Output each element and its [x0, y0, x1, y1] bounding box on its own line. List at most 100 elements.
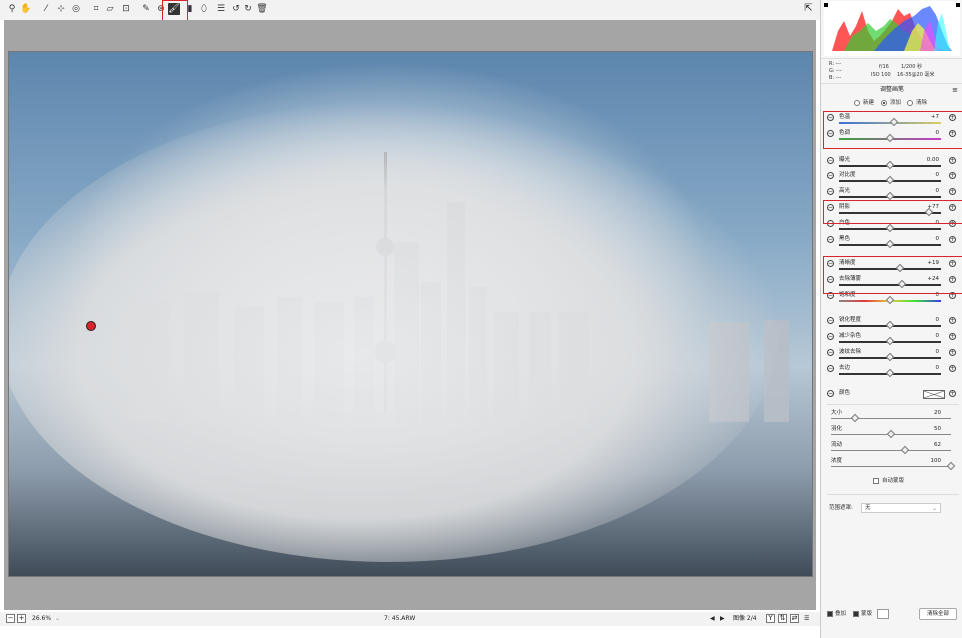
slider-thumb[interactable]	[850, 413, 860, 423]
increase-icon[interactable]: +	[949, 188, 956, 195]
trash-icon[interactable]: 🗑	[256, 3, 268, 15]
image-canvas[interactable]	[4, 20, 816, 610]
rotate-ccw-icon[interactable]: ↺	[230, 3, 242, 15]
list-icon[interactable]: ☰	[215, 3, 227, 15]
slider-thumb[interactable]	[885, 223, 895, 233]
slider-track[interactable]	[839, 352, 941, 362]
transform-icon[interactable]: ⊡	[120, 3, 132, 15]
slider-thumb[interactable]	[885, 295, 895, 305]
color-swatch[interactable]	[923, 390, 945, 399]
mask-color-swatch[interactable]	[877, 609, 889, 619]
increase-icon[interactable]: +	[949, 333, 956, 340]
slider-value[interactable]: 0	[936, 187, 940, 195]
increase-icon[interactable]: +	[949, 172, 956, 179]
decrease-icon[interactable]: −	[827, 172, 834, 179]
color-minus-icon[interactable]: −	[827, 390, 834, 397]
increase-icon[interactable]: +	[949, 236, 956, 243]
slider-value[interactable]: 0.00	[927, 156, 939, 164]
range-mask-select[interactable]: 无 ⌄	[861, 503, 941, 513]
increase-icon[interactable]: +	[949, 349, 956, 356]
increase-icon[interactable]: +	[949, 365, 956, 372]
decrease-icon[interactable]: −	[827, 317, 834, 324]
next-image-icon[interactable]: ▶	[720, 613, 725, 625]
hand-icon[interactable]: ✋	[20, 3, 32, 15]
slider-track[interactable]	[839, 320, 941, 330]
zoom-dropdown-icon[interactable]: ⌄	[55, 613, 60, 625]
slider-thumb[interactable]	[885, 368, 895, 378]
crop-icon[interactable]: ⌗	[90, 3, 102, 15]
brush-slider-track[interactable]	[831, 445, 951, 455]
radial-filter-icon[interactable]: ⬯	[198, 3, 210, 15]
brush-slider-value[interactable]: 50	[934, 425, 941, 433]
copy-settings-icon[interactable]: ⇄	[790, 614, 799, 623]
target-icon[interactable]: ◎	[70, 3, 82, 15]
zoom-out-icon[interactable]: −	[6, 614, 15, 623]
magnifier-icon[interactable]: ⚲	[6, 3, 18, 15]
slider-thumb[interactable]	[901, 445, 910, 455]
slider-value[interactable]: 0	[936, 235, 940, 243]
color-sampler-icon[interactable]: ⊹	[55, 3, 67, 15]
brush-slider-track[interactable]	[831, 461, 956, 471]
slider-track[interactable]	[839, 336, 941, 346]
slider-track[interactable]	[839, 175, 941, 185]
brush-slider-value[interactable]: 100	[931, 457, 942, 465]
decrease-icon[interactable]: −	[827, 157, 834, 164]
slider-thumb[interactable]	[885, 336, 895, 346]
brush-slider-track[interactable]	[831, 413, 951, 423]
mode-clear-radio[interactable]	[907, 100, 913, 106]
eyedropper-icon[interactable]: ⁄	[40, 3, 52, 15]
zoom-in-icon[interactable]: +	[17, 614, 26, 623]
brush-slider-value[interactable]: 62	[934, 441, 941, 449]
brush-slider-value[interactable]: 20	[934, 409, 941, 417]
slider-track[interactable]	[839, 223, 941, 233]
mode-new-radio[interactable]	[854, 100, 860, 106]
slider-thumb[interactable]	[885, 239, 895, 249]
slider-value[interactable]: 0	[936, 171, 940, 179]
panel-menu-icon[interactable]: ≡	[952, 86, 958, 94]
slider-thumb[interactable]	[885, 175, 895, 185]
decrease-icon[interactable]: −	[827, 333, 834, 340]
spot-removal-icon[interactable]: ✎	[140, 3, 152, 15]
slider-value[interactable]: 0	[936, 348, 940, 356]
mode-add-radio[interactable]	[881, 100, 887, 106]
slider-value[interactable]: 0	[936, 364, 940, 372]
slider-value[interactable]: 0	[936, 316, 940, 324]
mask-checkbox[interactable]	[853, 611, 859, 617]
clear-all-button[interactable]: 清除全部	[919, 608, 957, 620]
decrease-icon[interactable]: −	[827, 365, 834, 372]
slider-thumb[interactable]	[946, 461, 956, 471]
brush-slider-track[interactable]	[831, 429, 951, 439]
zoom-level[interactable]: 26.6%	[32, 613, 51, 625]
color-plus-icon[interactable]: +	[949, 390, 956, 397]
slider-track[interactable]	[839, 239, 941, 249]
increase-icon[interactable]: +	[949, 317, 956, 324]
color-label: 颜色	[839, 390, 851, 396]
swap-icon[interactable]: ⇅	[778, 614, 787, 623]
decrease-icon[interactable]: −	[827, 349, 834, 356]
photo-preview[interactable]	[8, 51, 813, 577]
slider-value[interactable]: 0	[936, 332, 940, 340]
increase-icon[interactable]: +	[949, 157, 956, 164]
compare-y-icon[interactable]: Y	[766, 614, 775, 623]
brush-slider-row: 羽化 50	[821, 426, 962, 440]
fullscreen-icon[interactable]: ⇱	[802, 3, 815, 15]
slider-track[interactable]	[839, 191, 941, 201]
straighten-icon[interactable]: ⏥	[104, 3, 116, 15]
decrease-icon[interactable]: −	[827, 188, 834, 195]
slider-track[interactable]	[839, 295, 941, 305]
slider-thumb[interactable]	[886, 429, 896, 439]
auto-mask-checkbox[interactable]	[873, 478, 879, 484]
rotate-cw-icon[interactable]: ↻	[242, 3, 254, 15]
menu-icon[interactable]: ☰	[804, 613, 809, 625]
decrease-icon[interactable]: −	[827, 236, 834, 243]
slider-thumb[interactable]	[885, 320, 895, 330]
prev-image-icon[interactable]: ◀	[710, 613, 715, 625]
highlight-clipping-icon[interactable]	[956, 3, 960, 7]
slider-thumb[interactable]	[885, 352, 895, 362]
slider-track[interactable]	[839, 368, 941, 378]
shadow-clipping-icon[interactable]	[824, 3, 828, 7]
slider-thumb[interactable]	[885, 191, 895, 201]
slider-track[interactable]	[839, 160, 941, 170]
overlay-checkbox[interactable]	[827, 611, 833, 617]
slider-thumb[interactable]	[885, 160, 895, 170]
